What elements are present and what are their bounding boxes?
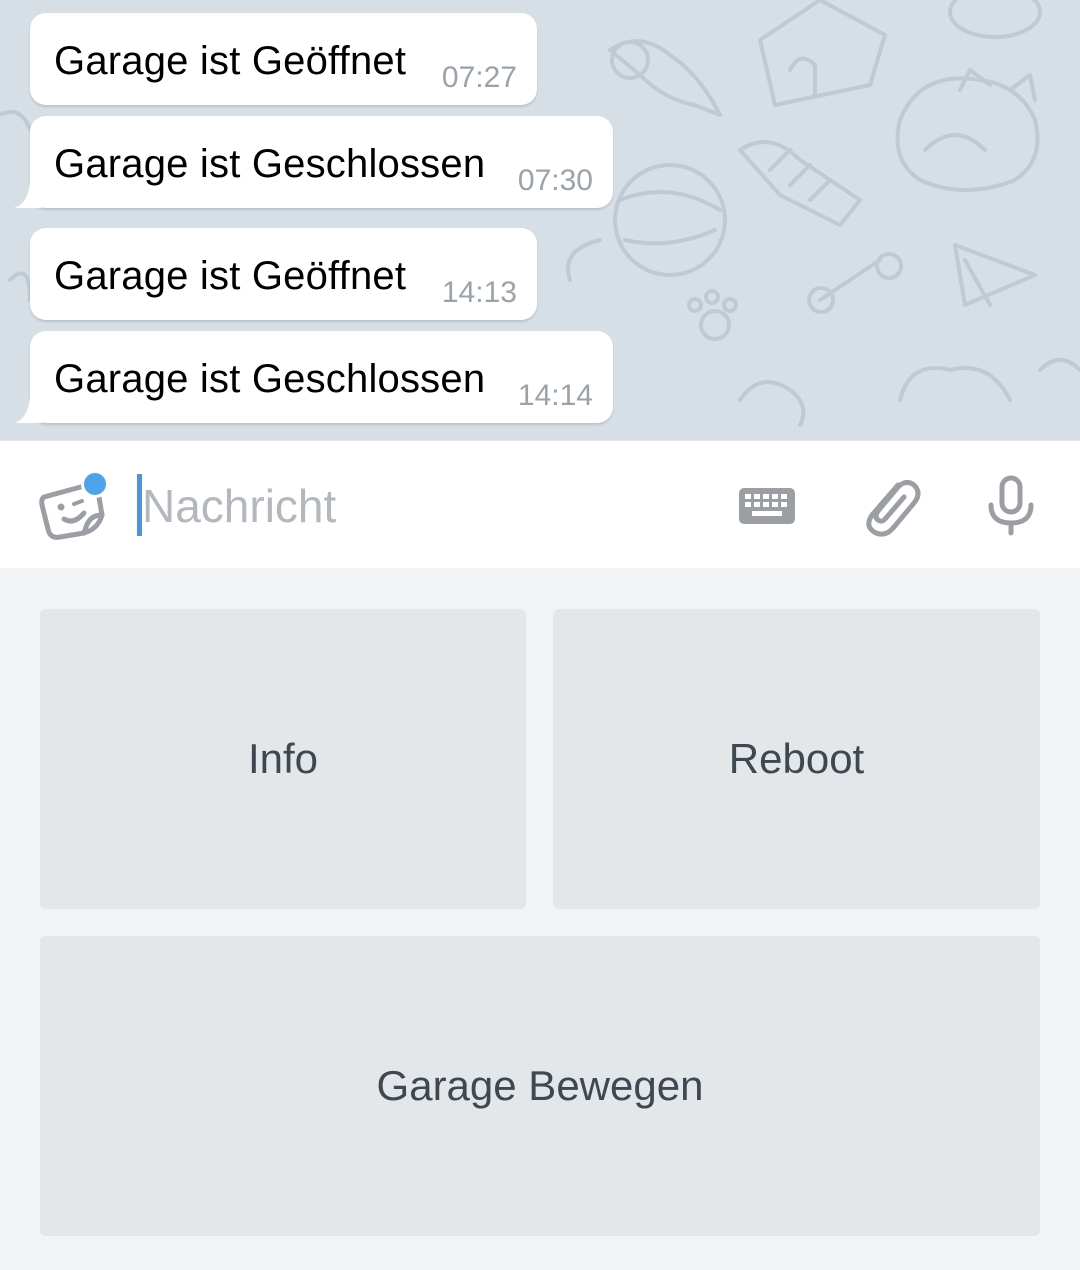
message-text: Garage ist Geschlossen (54, 142, 486, 186)
telegram-chat-screen: Garage ist Geöffnet 07:27 Garage ist Ges… (0, 0, 1080, 1270)
message-time: 07:30 (517, 164, 593, 197)
message-input[interactable] (136, 475, 702, 537)
message-text: Garage ist Geöffnet (54, 254, 407, 298)
microphone-icon[interactable] (976, 471, 1046, 541)
garage-move-button[interactable]: Garage Bewegen (40, 936, 1040, 1236)
message-text: Garage ist Geschlossen (54, 357, 486, 401)
message-bubble[interactable]: Garage ist Geöffnet 14:13 (30, 228, 537, 320)
message-composer (0, 440, 1080, 568)
chat-message-area[interactable]: Garage ist Geöffnet 07:27 Garage ist Ges… (0, 0, 1080, 440)
message-time: 14:14 (517, 379, 593, 412)
info-button[interactable]: Info (40, 609, 526, 909)
message-bubble[interactable]: Garage ist Geschlossen 07:30 (30, 116, 613, 208)
paperclip-icon[interactable] (856, 471, 926, 541)
message-bubble[interactable]: Garage ist Geöffnet 07:27 (30, 13, 537, 105)
message-time: 07:27 (441, 61, 517, 94)
message-time: 14:13 (441, 276, 517, 309)
message-bubble[interactable]: Garage ist Geschlossen 14:14 (30, 331, 613, 423)
notification-dot (81, 470, 109, 498)
text-cursor (137, 474, 142, 536)
keyboard-icon[interactable] (732, 471, 802, 541)
message-text: Garage ist Geöffnet (54, 39, 407, 83)
reboot-button[interactable]: Reboot (553, 609, 1040, 909)
